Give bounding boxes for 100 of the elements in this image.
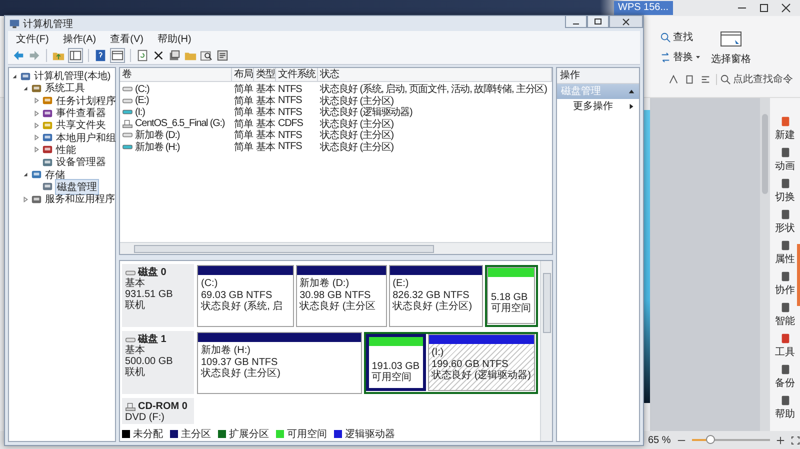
expand-arrow-icon[interactable] xyxy=(33,134,40,142)
table-cell-text: 状态良好 (主分区) xyxy=(319,94,394,106)
extended-partition[interactable]: 191.03 GB 可用空间 (I:) 199.60 GB NTFS 状态良好 (逻辑驱动器) xyxy=(364,332,538,394)
column-header[interactable]: 类型 xyxy=(254,68,276,81)
sidebar-icon xyxy=(780,333,790,344)
tree-item[interactable]: 性能 xyxy=(55,142,77,157)
tab-title[interactable]: WPS 156... xyxy=(614,1,673,15)
maximize-icon[interactable] xyxy=(758,2,770,14)
table-cell-text: 基本 xyxy=(255,118,276,130)
caret-icon xyxy=(695,54,701,60)
fit-icon[interactable] xyxy=(790,436,800,444)
expand-arrow-icon[interactable] xyxy=(33,110,40,117)
tree-item[interactable]: 本地用户和组 xyxy=(55,130,117,145)
table-cell-text: NTFS xyxy=(277,130,303,140)
disk-label-panel[interactable]: 磁盘 1 基本 500.00 GB 联机 xyxy=(122,331,194,394)
delete-icon[interactable] xyxy=(152,48,165,62)
partition[interactable]: 新加卷 (D:) 30.98 GB NTFS 状态良好 (主分区 xyxy=(296,265,387,327)
menu-item[interactable]: 操作(A) xyxy=(62,32,96,46)
sidebar-button[interactable]: 新建 xyxy=(775,116,795,146)
sidebar-icon xyxy=(780,364,790,375)
panel-handle[interactable] xyxy=(797,244,800,306)
column-header[interactable]: 状态 xyxy=(318,68,552,81)
tree-item[interactable]: 任务计划程序 xyxy=(55,94,117,108)
properties-icon[interactable] xyxy=(168,48,181,62)
search-icon xyxy=(720,74,731,85)
table-cell-text: 状态良好 (主分区) xyxy=(319,130,394,142)
partition[interactable]: 191.03 GB 可用空间 xyxy=(366,334,426,391)
menu-item[interactable]: 文件(F) xyxy=(16,32,49,46)
drive-icon xyxy=(122,107,133,117)
collapse-arrow-icon[interactable] xyxy=(628,88,635,95)
settings-icon[interactable] xyxy=(216,48,229,62)
tree-item[interactable]: 事件查看器 xyxy=(55,106,107,120)
tree-item[interactable]: 磁盘管理 xyxy=(55,178,99,195)
menu-item[interactable]: 查看(V) xyxy=(110,32,144,46)
collapse-arrow-icon[interactable] xyxy=(22,171,29,178)
search-icon[interactable] xyxy=(200,48,213,62)
action-link[interactable]: 更多操作 xyxy=(557,99,639,114)
partition[interactable]: 新加卷 (H:) 109.37 GB NTFS 状态良好 (主分区) xyxy=(197,332,362,394)
sidebar-icon xyxy=(780,209,790,220)
pane-icon[interactable] xyxy=(68,48,83,62)
expand-arrow-icon[interactable] xyxy=(33,122,40,129)
expand-arrow-icon[interactable] xyxy=(33,97,40,104)
help-icon[interactable] xyxy=(94,48,107,62)
partition[interactable]: (E:) 826.32 GB NTFS 状态良好 (主分区) xyxy=(388,265,483,327)
document-icon[interactable] xyxy=(684,74,695,85)
tree-item[interactable]: 服务和应用程序 xyxy=(44,192,116,206)
table-cell: CentOS_6.5_Final (G:) xyxy=(135,118,225,129)
sidebar-button[interactable]: 工具 xyxy=(775,333,795,363)
scrollbar[interactable] xyxy=(760,98,770,431)
select-pane-button[interactable]: 选择窗格 xyxy=(711,30,751,66)
sidebar-button[interactable]: 形状 xyxy=(775,209,795,239)
tree-item[interactable]: 共享文件夹 xyxy=(55,118,107,132)
zoom-in-icon[interactable] xyxy=(776,436,785,444)
disk-name: CD-ROM 0 xyxy=(138,401,188,412)
partition-status: 状态良好 (逻辑驱动器) xyxy=(432,370,531,382)
back-icon[interactable] xyxy=(12,48,25,62)
column-header[interactable]: 文件系统 xyxy=(276,68,318,81)
sidebar-button[interactable]: 智能 xyxy=(775,302,795,332)
tree-item[interactable]: 系统工具 xyxy=(44,81,86,96)
maximize-button[interactable] xyxy=(587,16,609,28)
sidebar-button[interactable]: 动画 xyxy=(775,147,795,177)
window-title: 计算机管理 xyxy=(23,18,73,30)
column-header[interactable]: 卷 xyxy=(120,68,232,81)
tree-item[interactable]: 设备管理器 xyxy=(55,155,107,170)
expand-arrow-icon[interactable] xyxy=(33,146,40,154)
find-button[interactable]: 查找 xyxy=(660,30,701,44)
command-search-field[interactable]: 点此查找命令 xyxy=(716,74,795,85)
collapse-arrow-icon[interactable] xyxy=(22,84,29,92)
search-icon xyxy=(660,32,671,42)
partition[interactable]: (C:) 69.03 GB NTFS 状态良好 (系统, 启 xyxy=(197,265,294,327)
table-cell-text: 简单 xyxy=(233,128,254,142)
replace-button[interactable]: 替换 xyxy=(660,50,701,64)
minimize-button[interactable] xyxy=(565,16,587,28)
column-header[interactable]: 布局 xyxy=(232,68,254,81)
layout-icon[interactable] xyxy=(700,74,711,85)
collapse-arrow-icon[interactable] xyxy=(11,72,18,80)
scrollbar[interactable] xyxy=(120,242,552,254)
scrollbar[interactable] xyxy=(540,261,552,441)
disk-label-panel[interactable]: CD-ROM 0 DVD (F:) xyxy=(122,398,194,424)
refresh-icon[interactable] xyxy=(136,48,149,62)
pane-icon[interactable] xyxy=(110,48,125,62)
table-cell-text: 新加卷 (H:) xyxy=(135,140,180,154)
sidebar-button[interactable]: 切换 xyxy=(775,178,795,208)
menu-item[interactable]: 帮助(H) xyxy=(157,32,192,46)
sidebar-button[interactable]: 属性 xyxy=(775,240,795,270)
table-cell-text: NTFS xyxy=(277,106,303,118)
sidebar-button[interactable]: 协作 xyxy=(775,271,795,301)
table-cell-text: 基本 xyxy=(255,82,276,96)
close-icon[interactable] xyxy=(780,2,792,14)
sidebar-button[interactable]: 备份 xyxy=(775,364,795,394)
partition-status: 可用空间 xyxy=(491,303,531,314)
tree-item[interactable]: 计算机管理(本地) xyxy=(33,69,112,84)
disk-label-panel[interactable]: 磁盘 0 基本 931.51 GB 联机 xyxy=(122,264,194,327)
disk-name: 磁盘 0 xyxy=(138,267,166,278)
format-icon[interactable] xyxy=(668,74,679,85)
expand-arrow-icon[interactable] xyxy=(22,196,29,203)
sidebar-button[interactable]: 帮助 xyxy=(775,395,795,425)
partition[interactable]: (I:) 199.60 GB NTFS 状态良好 (逻辑驱动器) xyxy=(428,334,535,391)
sidebar-icon xyxy=(780,147,790,158)
close-button[interactable] xyxy=(609,16,643,28)
